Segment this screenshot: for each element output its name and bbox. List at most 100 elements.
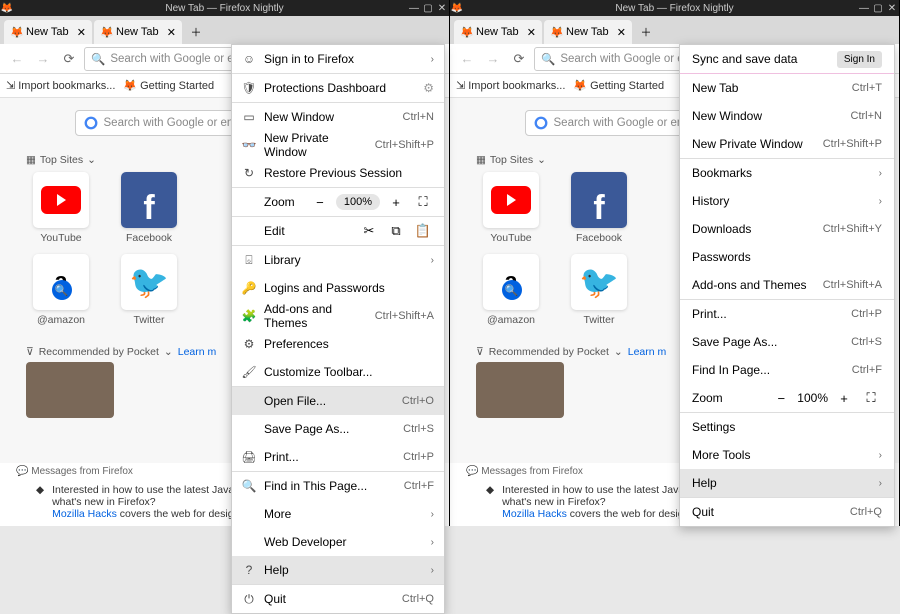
- library-icon: ⌺: [242, 253, 256, 268]
- restore-icon: ↻: [242, 166, 256, 180]
- top-site-tile[interactable]: 🐦 Twitter: [114, 254, 184, 326]
- gear-icon[interactable]: ⚙: [423, 81, 434, 95]
- menu-find-in-page[interactable]: Find In Page...Ctrl+F: [680, 356, 894, 384]
- close-icon[interactable]: ✕: [617, 26, 626, 39]
- menu-print[interactable]: 🖨Print...Ctrl+P: [232, 443, 444, 471]
- chevron-right-icon: ›: [431, 537, 434, 548]
- menu-passwords[interactable]: Passwords: [680, 243, 894, 271]
- forward-button[interactable]: →: [32, 48, 54, 70]
- menu-help[interactable]: Help›: [680, 469, 894, 497]
- menu-save-page-as[interactable]: Save Page As...Ctrl+S: [232, 415, 444, 443]
- menu-logins[interactable]: 🔑Logins and Passwords: [232, 274, 444, 302]
- reload-button[interactable]: ⟳: [508, 48, 530, 70]
- tab-label: New Tab: [566, 26, 609, 38]
- top-site-tile[interactable]: f Facebook: [564, 172, 634, 244]
- fullscreen-button[interactable]: ⛶: [860, 388, 882, 408]
- menu-web-developer[interactable]: Web Developer›: [232, 528, 444, 556]
- minimize-button[interactable]: —: [407, 1, 421, 15]
- mozilla-hacks-link[interactable]: Mozilla Hacks: [502, 508, 567, 520]
- menu-open-file[interactable]: Open File...Ctrl+O: [232, 387, 444, 415]
- help-icon: ?: [242, 563, 256, 577]
- menu-more[interactable]: More›: [232, 500, 444, 528]
- getting-started-bookmark[interactable]: 🦊 Getting Started: [123, 79, 214, 92]
- top-site-tile[interactable]: a🔍 @amazon: [26, 254, 96, 326]
- back-button[interactable]: ←: [6, 48, 28, 70]
- browser-tab[interactable]: 🦊 New Tab ✕: [4, 20, 92, 44]
- menu-downloads[interactable]: DownloadsCtrl+Shift+Y: [680, 215, 894, 243]
- google-icon: [84, 116, 98, 130]
- browser-tab[interactable]: 🦊 New Tab ✕: [544, 20, 632, 44]
- import-bookmarks-button[interactable]: ⇲ Import bookmarks...: [456, 79, 565, 92]
- maximize-button[interactable]: ▢: [871, 1, 885, 15]
- zoom-in-button[interactable]: +: [385, 192, 407, 212]
- close-icon[interactable]: ✕: [527, 26, 536, 39]
- pocket-icon: ⊽: [476, 346, 484, 358]
- twitter-icon: 🐦: [579, 263, 619, 301]
- chevron-down-icon[interactable]: ⌄: [537, 154, 546, 166]
- close-window-button[interactable]: ✕: [435, 1, 449, 15]
- menu-settings[interactable]: Settings: [680, 413, 894, 441]
- top-site-tile[interactable]: f Facebook: [114, 172, 184, 244]
- menu-new-tab[interactable]: New TabCtrl+T: [680, 74, 894, 102]
- getting-started-bookmark[interactable]: 🦊 Getting Started: [573, 79, 664, 92]
- cut-button[interactable]: ✂: [358, 221, 380, 241]
- paste-button[interactable]: 📋: [412, 221, 434, 241]
- fullscreen-button[interactable]: ⛶: [412, 192, 434, 212]
- menu-history[interactable]: History›: [680, 187, 894, 215]
- chevron-down-icon[interactable]: ⌄: [87, 154, 96, 166]
- import-bookmarks-button[interactable]: ⇲ Import bookmarks...: [6, 79, 115, 92]
- top-site-tile[interactable]: YouTube: [476, 172, 546, 244]
- top-site-tile[interactable]: 🐦 Twitter: [564, 254, 634, 326]
- menu-quit[interactable]: ⏻QuitCtrl+Q: [232, 585, 444, 613]
- zoom-in-button[interactable]: +: [833, 388, 855, 408]
- menu-preferences[interactable]: ⚙Preferences: [232, 330, 444, 358]
- menu-new-window[interactable]: New WindowCtrl+N: [680, 102, 894, 130]
- zoom-out-button[interactable]: −: [309, 192, 331, 212]
- menu-more-tools[interactable]: More Tools›: [680, 441, 894, 469]
- menu-bookmarks[interactable]: Bookmarks›: [680, 159, 894, 187]
- menu-find-in-page[interactable]: 🔍Find in This Page...Ctrl+F: [232, 472, 444, 500]
- menu-protections[interactable]: 🛡Protections Dashboard⚙: [232, 74, 444, 102]
- learn-more-link[interactable]: Learn m: [178, 346, 217, 358]
- browser-tab[interactable]: 🦊 New Tab ✕: [94, 20, 182, 44]
- menu-sign-in[interactable]: ☺Sign in to Firefox›: [232, 45, 444, 73]
- menu-addons[interactable]: Add-ons and ThemesCtrl+Shift+A: [680, 271, 894, 299]
- window-title: New Tab — Firefox Nightly: [615, 3, 733, 14]
- close-window-button[interactable]: ✕: [885, 1, 899, 15]
- menu-restore-session[interactable]: ↻Restore Previous Session: [232, 159, 444, 187]
- menu-quit[interactable]: QuitCtrl+Q: [680, 498, 894, 526]
- copy-button[interactable]: ⧉: [385, 221, 407, 241]
- zoom-out-button[interactable]: −: [770, 388, 792, 408]
- minimize-button[interactable]: —: [857, 1, 871, 15]
- menu-save-page-as[interactable]: Save Page As...Ctrl+S: [680, 328, 894, 356]
- close-icon[interactable]: ✕: [77, 26, 86, 39]
- top-site-tile[interactable]: YouTube: [26, 172, 96, 244]
- menu-library[interactable]: ⌺Library›: [232, 246, 444, 274]
- close-icon[interactable]: ✕: [167, 26, 176, 39]
- menu-new-private-window[interactable]: 👓New Private WindowCtrl+Shift+P: [232, 131, 444, 159]
- menu-edit: Edit✂⧉📋: [232, 217, 444, 245]
- menu-sync[interactable]: Sync and save dataSign In: [680, 45, 894, 73]
- menu-addons[interactable]: 🧩Add-ons and ThemesCtrl+Shift+A: [232, 302, 444, 330]
- top-site-tile[interactable]: a🔍 @amazon: [476, 254, 546, 326]
- chevron-down-icon[interactable]: ⌄: [164, 346, 173, 358]
- browser-tab[interactable]: 🦊 New Tab ✕: [454, 20, 542, 44]
- forward-button[interactable]: →: [482, 48, 504, 70]
- app-menu-old: ☺Sign in to Firefox› 🛡Protections Dashbo…: [231, 44, 445, 614]
- zoom-percent[interactable]: 100%: [336, 194, 380, 210]
- learn-more-link[interactable]: Learn m: [628, 346, 667, 358]
- reload-button[interactable]: ⟳: [58, 48, 80, 70]
- menu-print[interactable]: Print...Ctrl+P: [680, 300, 894, 328]
- menu-new-private-window[interactable]: New Private WindowCtrl+Shift+P: [680, 130, 894, 158]
- sign-in-button[interactable]: Sign In: [837, 51, 882, 68]
- back-button[interactable]: ←: [456, 48, 478, 70]
- new-tab-button[interactable]: ＋: [184, 20, 208, 44]
- menu-customize[interactable]: 🖌Customize Toolbar...: [232, 358, 444, 386]
- search-icon: 🔍: [91, 52, 105, 66]
- new-tab-button[interactable]: ＋: [634, 20, 658, 44]
- mozilla-hacks-link[interactable]: Mozilla Hacks: [52, 508, 117, 520]
- menu-help[interactable]: ?Help›: [232, 556, 444, 584]
- chevron-down-icon[interactable]: ⌄: [614, 346, 623, 358]
- maximize-button[interactable]: ▢: [421, 1, 435, 15]
- menu-new-window[interactable]: ▭New WindowCtrl+N: [232, 103, 444, 131]
